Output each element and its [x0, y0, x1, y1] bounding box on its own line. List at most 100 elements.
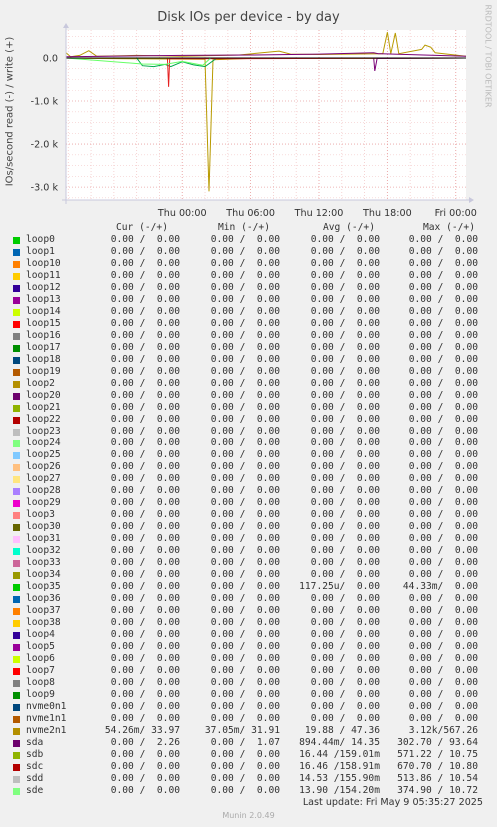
legend-row: loop9 0.00 / 0.00 0.00 / 0.00 0.00 / 0.00 0.… [0, 689, 497, 701]
legend-swatch [13, 727, 20, 735]
legend-device-name: loop29 [26, 497, 61, 509]
legend-avg-value: 894.44m/ 14.35 [299, 736, 380, 748]
legend-row: loop1 0.00 / 0.00 0.00 / 0.00 0.00 / 0.00 0.… [0, 246, 497, 258]
legend-device-name: sdc [26, 760, 44, 772]
legend-device-name: loop37 [26, 605, 61, 617]
legend-min-value: 0.00 / 0.00 [210, 234, 280, 245]
legend-max-value: 0.00 / 0.00 [408, 257, 478, 269]
y-axis-label-box: IOs/second read (-) / write (+) [3, 30, 17, 200]
legend-cur-value: 54.26m/ 33.97 [104, 724, 180, 736]
legend-max-value: 0.00 / 0.00 [408, 688, 478, 700]
legend-swatch [13, 356, 20, 364]
legend-row: loop0 0.00 / 0.00 0.00 / 0.00 0.00 / 0.00 0.… [0, 234, 497, 246]
legend-avg-value: 0.00 / 0.00 [310, 281, 380, 293]
legend-row: sdc 0.00 / 0.00 0.00 / 0.00 16.46 /158.91m 6… [0, 761, 497, 773]
legend-avg-value: 0.00 / 0.00 [310, 305, 380, 317]
legend-cur-value: 0.00 / 0.00 [110, 593, 180, 605]
legend-device-name: sdb [26, 748, 44, 760]
legend-cur-value: 0.00 / 2.26 [110, 736, 180, 748]
legend-cur-value: 0.00 / 0.00 [110, 700, 180, 712]
legend-cur-value: 0.00 / 0.00 [110, 437, 180, 449]
legend-max-value: 0.00 / 0.00 [408, 712, 478, 724]
legend-min-value: 0.00 / 0.00 [210, 317, 280, 329]
legend-row: loop32 0.00 / 0.00 0.00 / 0.00 0.00 / 0.00 0… [0, 545, 497, 557]
legend-row: loop11 0.00 / 0.00 0.00 / 0.00 0.00 / 0.00 0… [0, 270, 497, 282]
legend-max-value: 0.00 / 0.00 [408, 509, 478, 521]
legend-device-name: loop35 [26, 581, 61, 593]
legend-cur-value: 0.00 / 0.00 [110, 521, 180, 533]
legend-row: loop28 0.00 / 0.00 0.00 / 0.00 0.00 / 0.00 0… [0, 485, 497, 497]
legend-row: loop7 0.00 / 0.00 0.00 / 0.00 0.00 / 0.00 0.… [0, 665, 497, 677]
legend-device-name: loop21 [26, 401, 61, 413]
legend-swatch [13, 416, 20, 424]
legend-max-value: 0.00 / 0.00 [408, 305, 478, 317]
legend-swatch [13, 572, 20, 580]
legend-row: sdb 0.00 / 0.00 0.00 / 0.00 16.44 /159.01m 5… [0, 749, 497, 761]
y-tick-label: -3.0 k [31, 183, 59, 194]
legend-min-value: 0.00 / 0.00 [210, 652, 280, 664]
legend-device-name: loop31 [26, 533, 61, 545]
legend-avg-value: 0.00 / 0.00 [310, 341, 380, 353]
legend-device-name: loop6 [26, 652, 55, 664]
legend-min-value: 0.00 / 0.00 [210, 449, 280, 461]
legend-max-value: 0.00 / 0.00 [408, 545, 478, 557]
legend-min-value: 0.00 / 0.00 [210, 425, 280, 437]
legend-swatch [13, 703, 20, 711]
legend-min-value: 0.00 / 0.00 [210, 281, 280, 293]
legend-avg-value: 0.00 / 0.00 [310, 389, 380, 401]
legend-avg-value: 0.00 / 0.00 [310, 473, 380, 485]
legend-cur-value: 0.00 / 0.00 [110, 533, 180, 545]
x-tick-label: Thu 06:00 [225, 208, 275, 219]
legend-cur-value: 0.00 / 0.00 [110, 545, 180, 557]
legend-min-value: 0.00 / 0.00 [210, 461, 280, 473]
legend-cur-value: 0.00 / 0.00 [110, 293, 180, 305]
legend-swatch [13, 536, 20, 544]
legend-min-value: 0.00 / 0.00 [210, 629, 280, 640]
legend-max-value: 0.00 / 0.00 [408, 437, 478, 449]
legend-device-name: loop11 [26, 269, 61, 281]
legend-row: loop6 0.00 / 0.00 0.00 / 0.00 0.00 / 0.00 0.… [0, 653, 497, 665]
legend-cur-value: 0.00 / 0.00 [110, 281, 180, 293]
legend-device-name: loop36 [26, 593, 61, 605]
legend-row: sda 0.00 / 2.26 0.00 / 1.07 894.44m/ 14.35 3… [0, 737, 497, 749]
legend-min-value: 0.00 / 0.00 [210, 617, 280, 629]
legend-min-value: 0.00 / 0.00 [210, 509, 280, 521]
legend-avg-value: 0.00 / 0.00 [310, 545, 380, 557]
legend-max-value: 0.00 / 0.00 [408, 377, 478, 389]
legend-min-value: 0.00 / 0.00 [210, 497, 280, 509]
legend-cur-value: 0.00 / 0.00 [110, 605, 180, 617]
legend-swatch [13, 296, 20, 304]
legend-min-value: 0.00 / 0.00 [210, 676, 280, 688]
chart-title: Disk IOs per device - by day [157, 10, 340, 25]
legend-min-value: 0.00 / 0.00 [210, 760, 280, 772]
legend-swatch [13, 739, 20, 747]
legend-max-value: 0.00 / 0.00 [408, 245, 478, 257]
legend-avg-value: 0.00 / 0.00 [310, 449, 380, 461]
legend-avg-value: 0.00 / 0.00 [310, 401, 380, 413]
legend-swatch [13, 392, 20, 400]
legend-max-value: 0.00 / 0.00 [408, 664, 478, 676]
legend-max-value: 0.00 / 0.00 [408, 497, 478, 509]
legend-cur-value: 0.00 / 0.00 [110, 760, 180, 772]
legend-row: loop10 0.00 / 0.00 0.00 / 0.00 0.00 / 0.00 0… [0, 258, 497, 270]
legend-avg-value: 19.88 / 47.36 [304, 724, 380, 736]
legend-min-value: 0.00 / 0.00 [210, 365, 280, 377]
legend-device-name: loop20 [26, 389, 61, 401]
legend-row: loop13 0.00 / 0.00 0.00 / 0.00 0.00 / 0.00 0… [0, 294, 497, 306]
legend-max-value: 0.00 / 0.00 [408, 353, 478, 365]
legend-max-value: 0.00 / 0.00 [408, 281, 478, 293]
legend-max-value: 0.00 / 0.00 [408, 533, 478, 545]
legend-cur-value: 0.00 / 0.00 [110, 485, 180, 497]
legend-min-value: 0.00 / 0.00 [210, 640, 280, 652]
legend-avg-value: 0.00 / 0.00 [310, 688, 380, 700]
legend-avg-value: 0.00 / 0.00 [310, 497, 380, 509]
legend-swatch [13, 260, 20, 268]
y-tick-label: -1.0 k [31, 97, 59, 108]
legend-avg-value: 0.00 / 0.00 [310, 629, 380, 640]
legend-min-value: 0.00 / 0.00 [210, 437, 280, 449]
legend-device-name: loop14 [26, 305, 61, 317]
legend-device-name: nvme1n1 [26, 712, 67, 724]
legend-row: nvme0n1 0.00 / 0.00 0.00 / 0.00 0.00 / 0.00… [0, 701, 497, 713]
y-tick-label: 0.0 [43, 53, 58, 64]
legend-max-value: 0.00 / 0.00 [408, 401, 478, 413]
